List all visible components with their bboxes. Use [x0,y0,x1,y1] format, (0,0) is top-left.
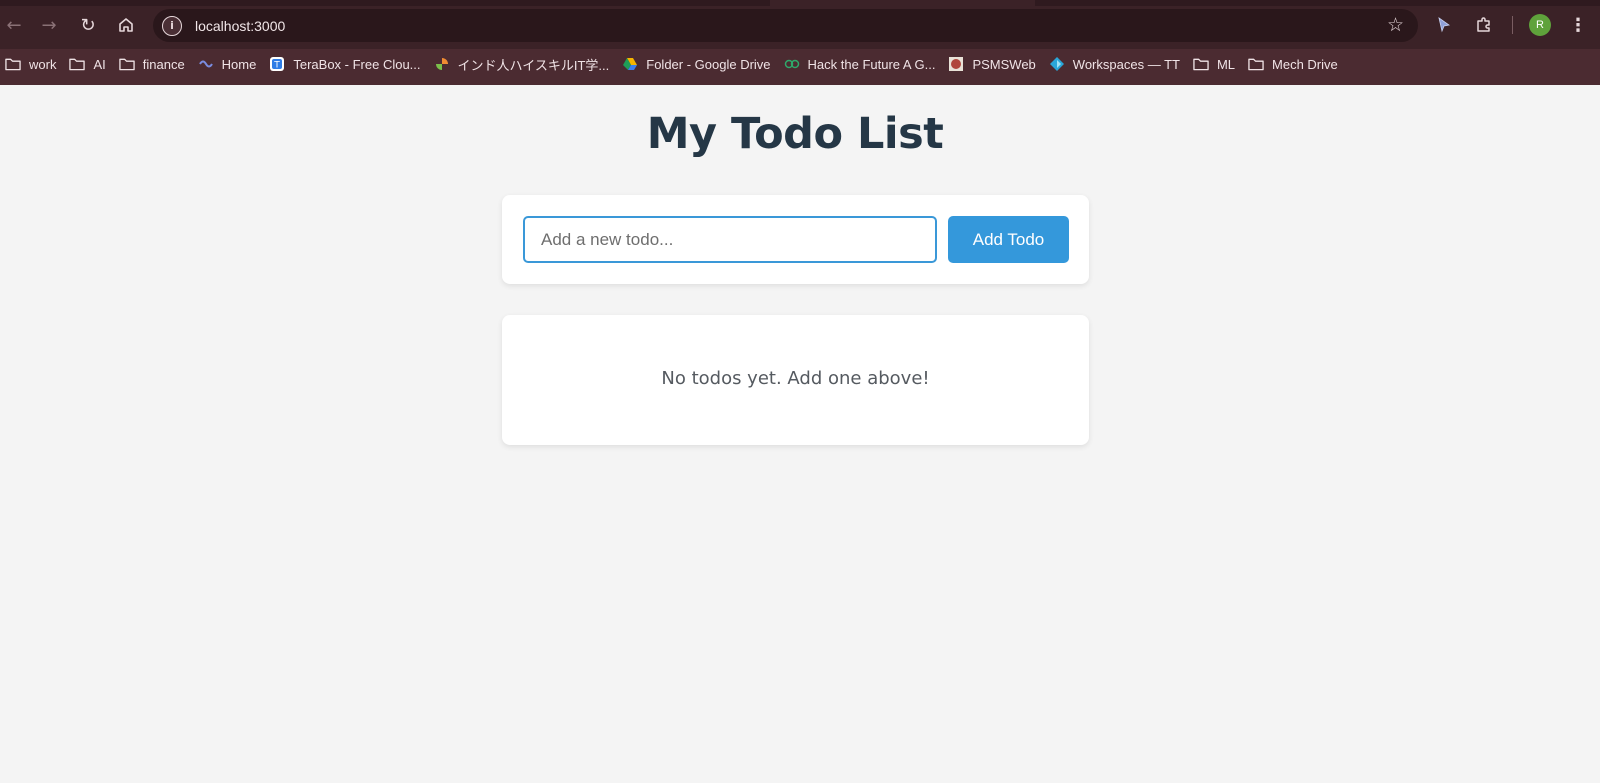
back-button[interactable]: ← [0,10,29,40]
site-info-icon[interactable]: i [162,15,182,36]
bookmark-label: finance [142,56,185,72]
cursor-extension-icon [1438,17,1450,33]
extension-button[interactable] [1432,10,1456,40]
add-todo-card: Add Todo [502,195,1089,284]
bookmark-item[interactable]: work [0,52,64,76]
address-bar[interactable]: i localhost:3000 ☆ [153,9,1418,42]
bookmark-label: PSMSWeb [972,56,1036,72]
folder-icon [1248,56,1264,72]
profile-avatar[interactable]: R [1529,14,1551,36]
bookmark-item[interactable]: ML [1188,52,1243,76]
forward-button[interactable]: → [34,10,64,40]
bookmark-label: Workspaces — TT [1072,56,1180,72]
browser-menu-button[interactable]: ⋮ [1568,10,1588,40]
reload-button[interactable]: ↻ [73,10,103,40]
arrow-right-icon: → [41,14,57,36]
reload-icon: ↻ [80,14,96,36]
bookmark-label: Hack the Future A G... [807,56,936,72]
bookmark-item[interactable]: Hack the Future A G... [779,52,944,76]
bookmark-item[interactable]: Folder - Google Drive [617,52,778,76]
bookmark-item[interactable]: インド人ハイスキルIT学... [429,52,618,76]
site-icon [948,56,964,72]
bookmark-item[interactable]: Home [193,52,265,76]
home-link-icon [198,56,214,72]
bookmark-label: work [29,56,57,72]
bookmark-item[interactable]: finance [114,52,193,76]
home-icon [119,18,133,32]
browser-chrome: ← → ↻ i localhost:3000 ☆ R ⋮ work AI finan… [0,0,1600,85]
site-icon [784,56,800,72]
bookmark-label: Home [221,56,257,72]
bookmark-item[interactable]: PSMSWeb [943,52,1043,76]
bookmark-item[interactable]: Workspaces — TT [1044,52,1188,76]
todo-input[interactable] [523,216,937,263]
site-icon [434,56,450,72]
home-button[interactable] [111,10,141,40]
bookmarks-bar: work AI finance Home T TeraBox - Free Clou...… [0,52,1600,76]
arrow-left-icon: ← [6,14,22,36]
page-title: My Todo List [646,109,944,159]
bookmark-label: インド人ハイスキルIT学... [457,57,610,73]
todo-list-card: No todos yet. Add one above! [502,315,1089,445]
add-todo-button[interactable]: Add Todo [948,216,1069,263]
bookmark-label: ML [1216,56,1236,72]
kebab-menu-icon: ⋮ [1569,14,1587,36]
folder-icon [1193,56,1209,72]
bookmark-item[interactable]: AI [64,52,113,76]
bookmark-item[interactable]: Mech Drive [1243,52,1346,76]
url-text[interactable]: localhost:3000 [195,18,285,34]
bookmark-label: AI [93,56,106,72]
site-icon [1049,56,1065,72]
bookmark-label: Mech Drive [1272,56,1338,72]
google-drive-icon [622,56,638,72]
empty-state-message: No todos yet. Add one above! [661,368,930,389]
bookmark-label: Folder - Google Drive [646,56,771,72]
active-tab-edge [770,0,1035,6]
folder-icon [5,56,21,72]
bookmark-star-icon[interactable]: ☆ [1387,14,1404,36]
bookmark-item[interactable]: T TeraBox - Free Clou... [264,52,428,76]
folder-icon [119,56,135,72]
app-page: My Todo List Add Todo No todos yet. Add … [0,85,1600,783]
folder-icon [69,56,86,72]
extensions-menu-button[interactable] [1472,10,1496,40]
puzzle-icon [1477,17,1490,32]
toolbar-divider [1512,16,1513,34]
terabox-icon: T [269,56,285,72]
svg-text:T: T [274,61,281,71]
bookmark-label: TeraBox - Free Clou... [293,56,421,72]
